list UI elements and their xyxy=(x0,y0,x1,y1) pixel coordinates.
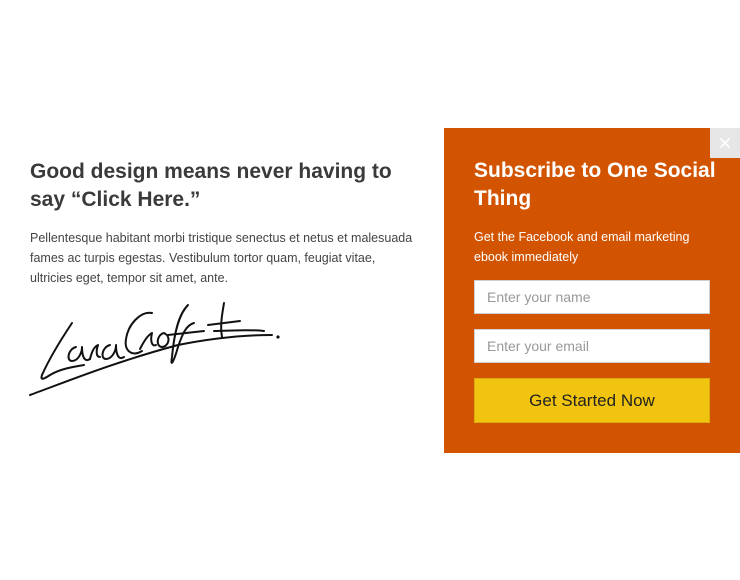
headline: Good design means never having to say “C… xyxy=(30,160,392,211)
get-started-button[interactable]: Get Started Now xyxy=(474,378,710,423)
subscribe-popup: Subscribe to One Social Thing Get the Fa… xyxy=(444,128,740,453)
close-button[interactable] xyxy=(710,128,740,158)
name-input[interactable] xyxy=(474,280,710,314)
close-icon xyxy=(720,138,730,148)
popup-title: Subscribe to One Social Thing xyxy=(474,159,716,210)
email-input[interactable] xyxy=(474,329,710,363)
body-paragraph: Pellentesque habitant morbi tristique se… xyxy=(30,231,413,285)
signature-image xyxy=(29,302,280,396)
content-section: Good design means never having to say “C… xyxy=(30,158,415,288)
popup-subtitle: Get the Facebook and email marketing ebo… xyxy=(474,230,690,264)
